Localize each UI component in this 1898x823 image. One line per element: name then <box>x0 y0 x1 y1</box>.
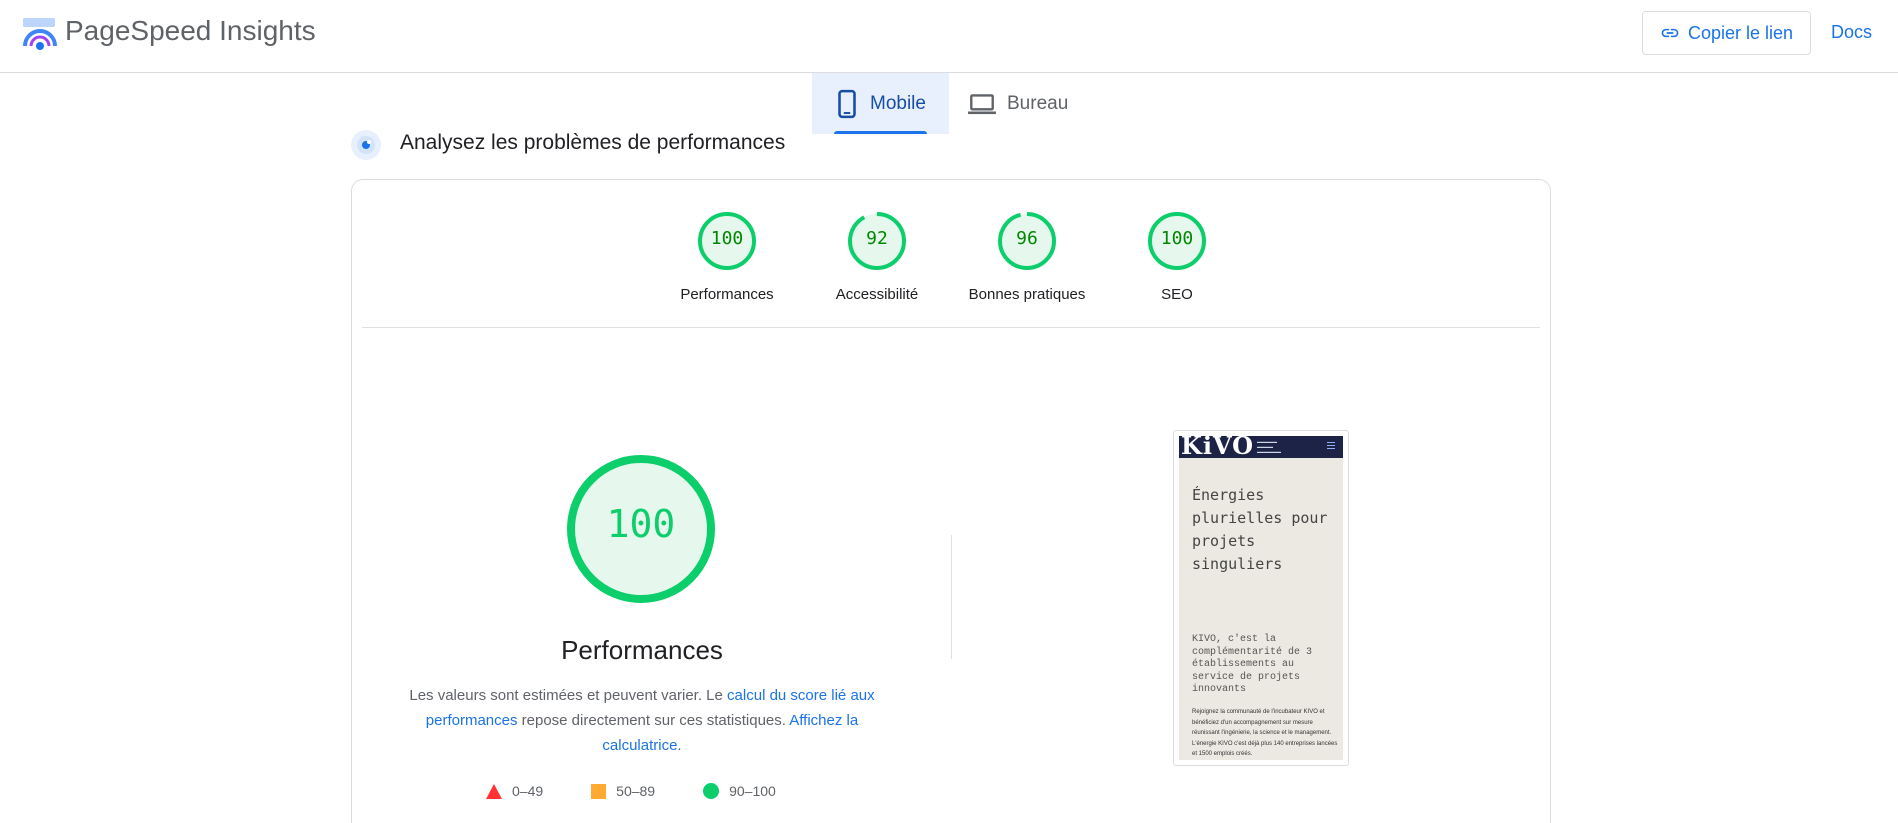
copy-link-button[interactable]: Copier le lien <box>1642 11 1811 55</box>
legend-range: 50–89 <box>616 783 656 799</box>
gauge-accessibilite[interactable]: 92 Accessibilité <box>802 210 952 303</box>
thumb-logo: KiVO <box>1181 436 1255 460</box>
gauge-score: 100 <box>710 228 744 249</box>
desc-text: repose directement sur ces statistiques. <box>517 712 790 729</box>
thumb-intro: KIVO, c'est la complémentarité de 3 étab… <box>1192 634 1313 695</box>
tab-mobile[interactable]: Mobile <box>812 73 949 134</box>
score-legend: 0–49 50–89 90–100 <box>486 783 824 799</box>
performance-score: 100 <box>606 502 676 546</box>
copy-link-label: Copier le lien <box>1687 22 1794 43</box>
device-tabs: Mobile Bureau <box>812 73 1088 134</box>
gauge-label: Bonnes pratiques <box>968 286 1086 303</box>
gauge-seo[interactable]: 100 SEO <box>1102 210 1252 303</box>
app-title: PageSpeed Insights <box>65 15 316 46</box>
top-header: PageSpeed Insights Copier le lien Docs <box>0 0 1898 73</box>
square-icon <box>591 783 607 799</box>
hamburger-icon <box>1327 442 1335 450</box>
circle-icon <box>703 783 720 799</box>
legend-pass: 90–100 <box>703 783 776 799</box>
smartphone-icon <box>838 89 856 118</box>
analyze-target-icon <box>351 130 381 160</box>
thumb-navbar: KiVO ▬▬▬▬▬ ▬▬▬▬ ▬▬▬▬▬▬ <box>1179 436 1343 460</box>
gauge-label: Performances <box>680 286 774 303</box>
performance-description: Les valeurs sont estimées et peuvent var… <box>407 683 877 758</box>
tab-bureau[interactable]: Bureau <box>949 73 1088 134</box>
divider <box>362 327 1540 328</box>
gauge-label: Accessibilité <box>835 286 919 303</box>
page-screenshot: KiVO ▬▬▬▬▬ ▬▬▬▬ ▬▬▬▬▬▬ Énergies plurielles… <box>1173 430 1349 766</box>
legend-average: 50–89 <box>591 783 655 799</box>
legend-range: 0–49 <box>512 783 544 799</box>
section-title: Analysez les problèmes de performances <box>400 131 786 154</box>
link-icon <box>1661 28 1679 38</box>
desc-text: . <box>677 737 682 754</box>
legend-range: 90–100 <box>729 783 776 799</box>
gauge-bonnes-pratiques[interactable]: 96 Bonnes pratiques <box>952 210 1102 303</box>
tab-mobile-label: Mobile <box>870 92 926 114</box>
laptop-icon <box>968 93 996 114</box>
screenshot-content: KiVO ▬▬▬▬▬ ▬▬▬▬ ▬▬▬▬▬▬ Énergies plurielles… <box>1179 436 1343 760</box>
thumb-tagline: Énergies plurielles pour projets singuli… <box>1192 486 1328 573</box>
thumb-nav-text: ▬▬▬▬▬ ▬▬▬▬ ▬▬▬▬▬▬ <box>1257 439 1281 454</box>
pagespeed-logo-icon[interactable] <box>22 16 58 50</box>
report-card: 100 Performances 92 Accessibilité 96 Bon… <box>351 179 1551 823</box>
gauge-score: 100 <box>1160 228 1194 249</box>
legend-fail: 0–49 <box>486 783 543 799</box>
tab-bureau-label: Bureau <box>1007 92 1069 114</box>
gauge-label: SEO <box>1161 286 1193 303</box>
gauge-score: 92 <box>866 228 888 249</box>
category-gauges: 100 Performances 92 Accessibilité 96 Bon… <box>352 180 1550 328</box>
performance-title: Performances <box>561 635 723 665</box>
triangle-icon <box>486 783 502 799</box>
thumb-body: Rejoignez la communauté de l'incubateur … <box>1192 709 1338 757</box>
gauge-performances[interactable]: 100 Performances <box>652 210 802 303</box>
gauge-score: 96 <box>1016 228 1038 249</box>
vertical-divider <box>951 535 952 659</box>
docs-link[interactable]: Docs <box>1831 22 1872 43</box>
desc-text: Les valeurs sont estimées et peuvent var… <box>409 687 728 704</box>
